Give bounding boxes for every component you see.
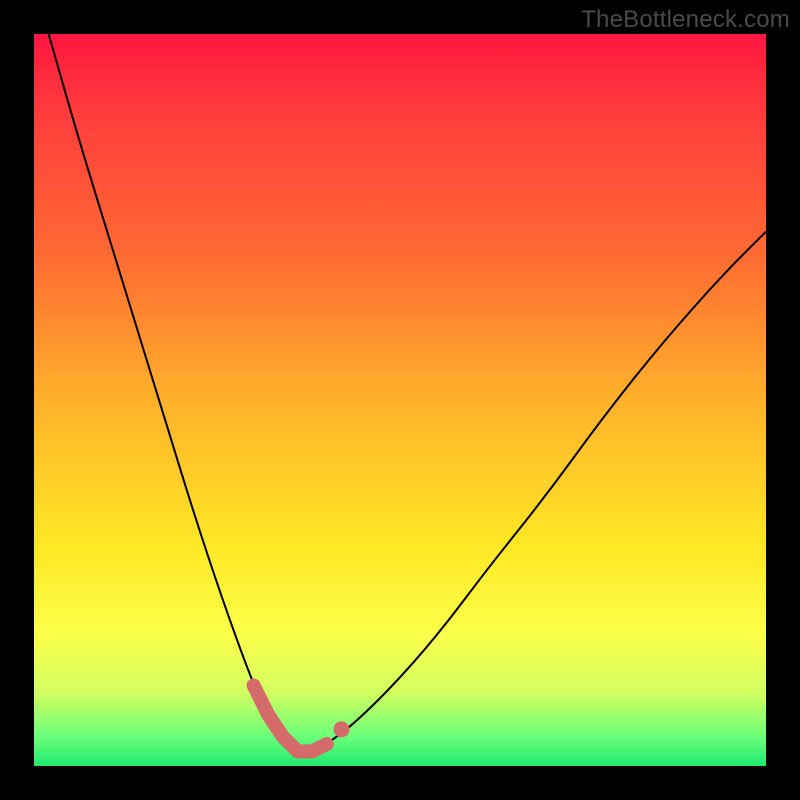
optimal-range-highlight bbox=[254, 685, 327, 751]
bottleneck-curve bbox=[49, 34, 766, 751]
plot-area bbox=[34, 34, 766, 766]
optimal-range-dot bbox=[333, 721, 349, 737]
watermark-text: TheBottleneck.com bbox=[581, 6, 790, 34]
chart-frame: TheBottleneck.com bbox=[0, 0, 800, 800]
curve-layer bbox=[34, 34, 766, 766]
